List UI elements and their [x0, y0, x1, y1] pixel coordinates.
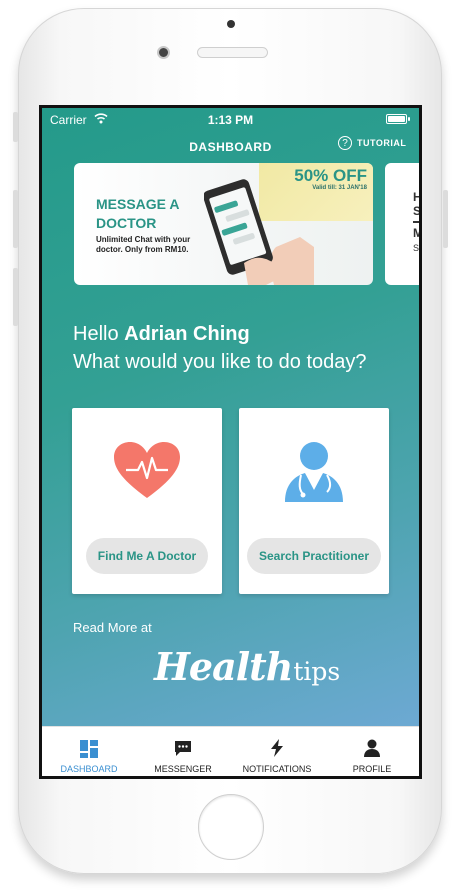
greeting: Hello Adrian Ching: [73, 323, 250, 346]
tab-notifications[interactable]: NOTIFICATIONS: [230, 727, 324, 776]
heart-pulse-icon: [72, 440, 222, 502]
offer-validity: Valid till: 31 JAN'18: [312, 185, 367, 191]
banner-next-text: H: [413, 190, 422, 204]
home-button[interactable]: [198, 794, 264, 860]
battery-icon: [386, 114, 407, 124]
tab-profile[interactable]: PROFILE: [325, 727, 419, 776]
person-icon: [325, 739, 419, 757]
earpiece-speaker: [197, 47, 268, 58]
power-button: [443, 190, 448, 248]
tab-label: MESSENGER: [154, 764, 212, 774]
promo-banner[interactable]: 50% OFF Valid till: 31 JAN'18 MESSAGE A …: [74, 163, 373, 285]
volume-up-button: [13, 190, 18, 248]
promo-banner-next[interactable]: H S M S: [385, 163, 422, 285]
tab-label: DASHBOARD: [60, 764, 118, 774]
search-practitioner-card[interactable]: Search Practitioner: [239, 408, 389, 594]
tab-label: NOTIFICATIONS: [242, 764, 312, 774]
find-doctor-card[interactable]: Find Me A Doctor: [72, 408, 222, 594]
tutorial-button[interactable]: ? TUTORIAL: [338, 136, 406, 150]
proximity-sensor: [227, 20, 235, 28]
phone-screen: Carrier 1:13 PM DASHBOARD ? TUTORIAL 50%…: [39, 105, 422, 779]
logo-main: Health: [154, 644, 293, 689]
status-bar: Carrier 1:13 PM: [42, 108, 419, 130]
dashboard-icon: [42, 739, 136, 759]
battery-tip: [408, 117, 410, 121]
dashboard-screen: Carrier 1:13 PM DASHBOARD ? TUTORIAL 50%…: [42, 108, 419, 726]
help-icon: ?: [338, 136, 352, 150]
status-time: 1:13 PM: [207, 113, 254, 127]
banner-next-text: M: [413, 226, 422, 240]
banner-next-text: S: [413, 204, 422, 218]
find-doctor-button[interactable]: Find Me A Doctor: [86, 538, 208, 574]
greeting-question: What would you like to do today?: [73, 351, 367, 373]
tab-label: PROFILE: [352, 764, 392, 774]
banner-next-text: S: [413, 243, 420, 253]
chat-icon: [136, 739, 230, 757]
tab-messenger[interactable]: MESSENGER: [136, 727, 230, 776]
healthtips-logo[interactable]: Health tips: [154, 644, 340, 689]
lightning-icon: [230, 739, 324, 757]
volume-down-button: [13, 268, 18, 326]
mute-switch: [13, 112, 18, 142]
tab-bar: DASHBOARD MESSENGER NOTIFICATIONS PROFIL…: [42, 726, 419, 776]
read-more-label: Read More at: [73, 620, 152, 635]
user-name: Adrian Ching: [124, 323, 250, 345]
banner-title: MESSAGE A DOCTOR: [96, 196, 179, 231]
tutorial-label: TUTORIAL: [357, 138, 407, 148]
logo-sub: tips: [293, 657, 341, 686]
tab-dashboard[interactable]: DASHBOARD: [42, 727, 136, 776]
front-camera: [157, 46, 170, 59]
banner-next-rule: [413, 221, 419, 223]
search-practitioner-button[interactable]: Search Practitioner: [247, 538, 381, 574]
banner-subtitle: Unlimited Chat with your doctor. Only fr…: [96, 235, 191, 254]
doctor-icon: [239, 440, 389, 502]
phone-in-hand-image: [204, 179, 314, 285]
nav-bar: DASHBOARD ? TUTORIAL: [42, 134, 419, 158]
greeting-prefix: Hello: [73, 323, 119, 345]
